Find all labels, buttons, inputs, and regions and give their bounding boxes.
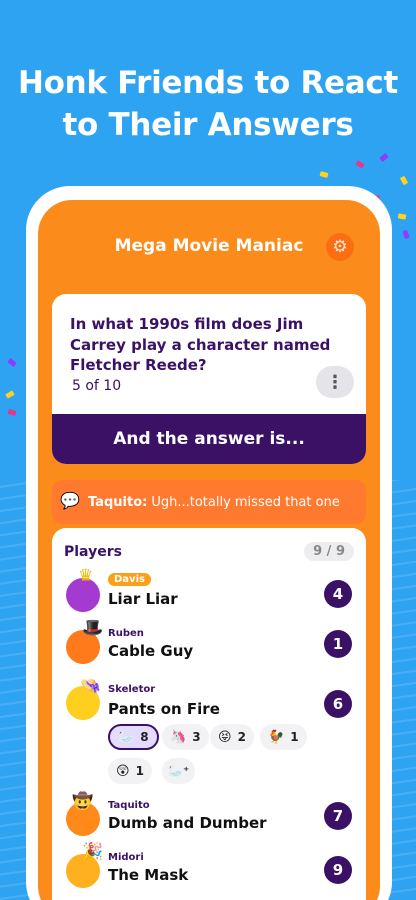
- more-options-icon[interactable]: ⋮: [316, 366, 354, 398]
- chat-icon: 💬: [60, 491, 80, 510]
- confetti: [379, 153, 389, 162]
- unicorn-icon: 🦄: [170, 729, 187, 745]
- crown-icon: ♛: [78, 566, 94, 586]
- player-name: Midori: [108, 852, 144, 863]
- promo-headline: Honk Friends to React to Their Answers: [0, 62, 416, 146]
- player-score: 4: [324, 580, 352, 608]
- player-score: 6: [324, 690, 352, 718]
- reaction-count: 1: [135, 764, 144, 778]
- tongue-face-reaction-button[interactable]: 😝 2: [210, 724, 254, 750]
- tongue-face-icon: 😝: [218, 729, 232, 745]
- player-row[interactable]: 🎉 Midori The Mask 9: [52, 842, 366, 898]
- player-answer: The Mask: [108, 866, 189, 884]
- chat-bubble[interactable]: 💬 Taquito: Ugh...totally missed that one: [52, 480, 366, 524]
- cowboy-hat-icon: 🤠: [72, 792, 94, 812]
- player-score: 7: [324, 802, 352, 830]
- reveal-answer-button[interactable]: And the answer is...: [52, 414, 366, 464]
- confetti: [5, 390, 15, 399]
- confetti: [7, 358, 17, 367]
- confetti: [7, 408, 17, 417]
- players-panel: Players 9 / 9 ♛ Davis Liar Liar 4 🎩 Rube…: [52, 528, 366, 900]
- player-answer: Dumb and Dumber: [108, 814, 267, 832]
- reaction-count: 3: [192, 730, 201, 744]
- confetti: [399, 175, 409, 186]
- player-row[interactable]: ♛ Davis Liar Liar 4: [52, 566, 366, 622]
- player-name: Taquito: [108, 800, 150, 811]
- question-text: In what 1990s film does Jim Carrey play …: [70, 315, 331, 374]
- player-score: 9: [324, 856, 352, 884]
- rooster-reaction-button[interactable]: 🐓 1: [260, 724, 307, 750]
- reaction-count: 1: [290, 730, 299, 744]
- goose-reaction-button[interactable]: 🦢 8: [108, 724, 159, 750]
- confetti: [319, 171, 329, 178]
- chat-message: Ugh...totally missed that one: [151, 494, 340, 510]
- add-reaction-button[interactable]: 🦢⁺: [162, 758, 196, 784]
- confetti: [355, 160, 365, 169]
- confetti: [402, 229, 410, 240]
- player-name: Davis: [108, 573, 151, 586]
- surprised-face-icon: 😲: [116, 763, 130, 779]
- player-name: Ruben: [108, 628, 144, 639]
- headline-line-2: to Their Answers: [62, 107, 354, 143]
- top-bar: Mega Movie Maniac ⚙: [38, 200, 380, 290]
- player-answer: Pants on Fire: [108, 700, 220, 718]
- chat-author: Taquito:: [88, 494, 148, 510]
- confetti: [397, 213, 407, 220]
- gear-icon[interactable]: ⚙: [326, 233, 354, 261]
- player-row[interactable]: 🎩 Ruben Cable Guy 1: [52, 618, 366, 676]
- players-title: Players: [64, 544, 122, 560]
- rooster-icon: 🐓: [268, 729, 285, 745]
- player-row[interactable]: 👒 Skeletor Pants on Fire 6 🦢 8 🦄 3 😝 2 🐓…: [52, 676, 366, 800]
- question-card: In what 1990s film does Jim Carrey play …: [52, 294, 366, 464]
- surprised-face-reaction-button[interactable]: 😲 1: [108, 758, 152, 784]
- headline-line-1: Honk Friends to React: [18, 65, 398, 101]
- reaction-count: 8: [140, 730, 149, 744]
- unicorn-reaction-button[interactable]: 🦄 3: [162, 724, 209, 750]
- app-screen: Mega Movie Maniac ⚙ In what 1990s film d…: [38, 200, 380, 900]
- goose-icon: 🦢: [118, 729, 135, 745]
- player-name: Skeletor: [108, 684, 156, 695]
- player-answer: Liar Liar: [108, 590, 178, 608]
- add-reaction-icon: 🦢⁺: [168, 764, 190, 778]
- top-hat-icon: 🎩: [82, 618, 104, 638]
- reaction-count: 2: [237, 730, 246, 744]
- party-hat-icon: 🎉: [82, 842, 104, 862]
- players-count: 9 / 9: [304, 542, 354, 561]
- player-row[interactable]: 🤠 Taquito Dumb and Dumber 7: [52, 792, 366, 846]
- hat-icon: 👒: [80, 676, 102, 696]
- player-score: 1: [324, 630, 352, 658]
- player-answer: Cable Guy: [108, 642, 194, 660]
